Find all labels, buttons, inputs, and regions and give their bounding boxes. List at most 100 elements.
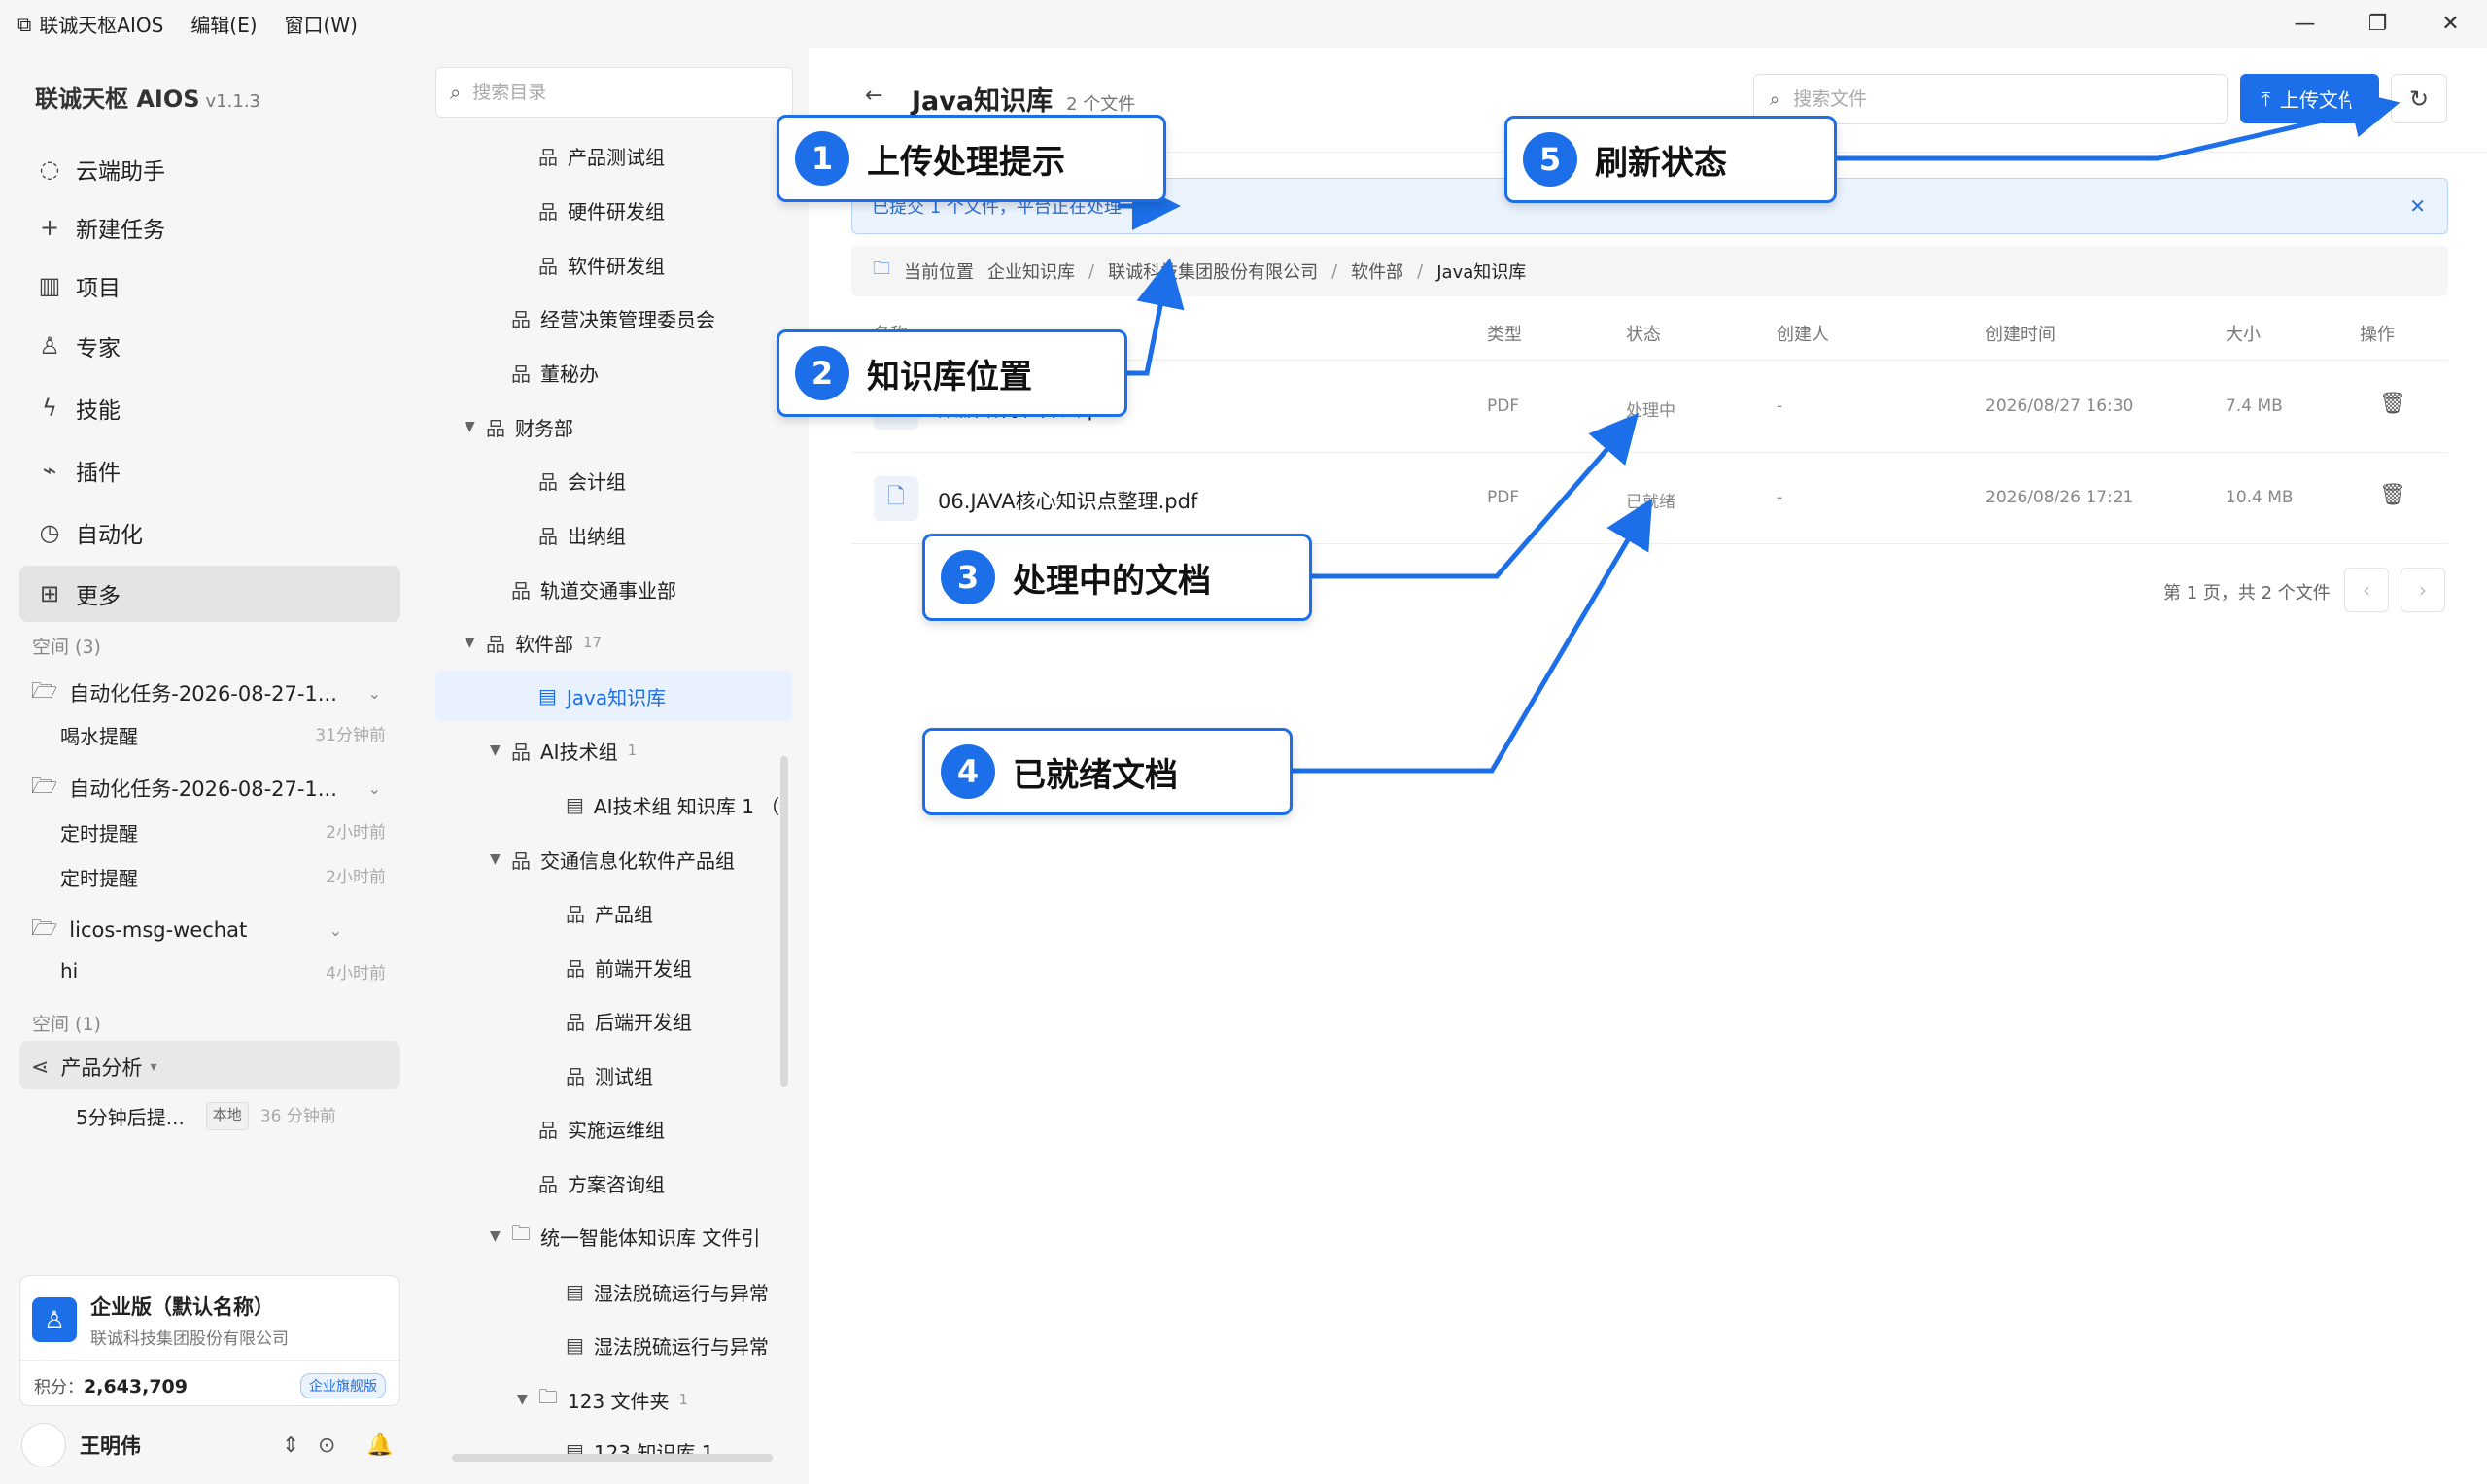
tree-expand-caret-icon[interactable]: ▼ bbox=[465, 635, 486, 650]
close-window-icon[interactable]: ✕ bbox=[2414, 0, 2487, 48]
session-name: hi bbox=[60, 959, 79, 983]
org-chart-icon: 品 bbox=[538, 199, 558, 224]
session-item[interactable]: 喝水提醒 31分钟前 bbox=[60, 721, 386, 749]
file-name[interactable]: 06.JAVA核心知识点整理.pdf bbox=[938, 486, 1197, 515]
menu-app-name[interactable]: 联诚天枢AIOS bbox=[39, 10, 163, 38]
trash-icon[interactable]: 🗑 bbox=[2379, 392, 2406, 416]
tree-expand-caret-icon[interactable]: ▼ bbox=[490, 742, 511, 758]
tree-expand-caret-icon[interactable]: ▼ bbox=[517, 1392, 538, 1407]
tree-node[interactable]: 品董秘办 bbox=[511, 349, 599, 396]
file-type: PDF bbox=[1487, 488, 1520, 507]
breadcrumb-item[interactable]: 联诚科技集团股份有限公司 bbox=[1108, 259, 1318, 284]
nav-label: 专家 bbox=[76, 336, 121, 362]
close-icon[interactable]: ✕ bbox=[2409, 194, 2426, 218]
session-item[interactable]: 定时提醒 2小时前 bbox=[60, 818, 386, 846]
tree-node[interactable]: 品后端开发组 bbox=[566, 997, 692, 1044]
nav-item-cloud-assistant[interactable]: ◌ 云端助手 bbox=[19, 141, 400, 197]
session-item[interactable]: 定时提醒 2小时前 bbox=[60, 863, 386, 891]
tree-node[interactable]: ▼ 品软件部 17 bbox=[465, 619, 602, 666]
tree-node[interactable]: ▼ 🗀 123 文件夹 1 bbox=[517, 1376, 688, 1423]
tree-node[interactable]: 品产品测试组 bbox=[538, 132, 665, 179]
status-check-icon[interactable]: ⊙ bbox=[318, 1433, 335, 1458]
tree-node[interactable]: 品软件研发组 bbox=[538, 241, 665, 288]
breadcrumb-separator: / bbox=[1088, 260, 1095, 282]
nav-item-skill[interactable]: ϟ 技能 bbox=[19, 380, 400, 436]
nav-label: 云端助手 bbox=[76, 159, 165, 185]
back-arrow-icon[interactable]: ← bbox=[865, 84, 882, 108]
prev-page-button[interactable]: ‹ bbox=[2344, 568, 2389, 612]
org-chart-icon: 品 bbox=[538, 254, 558, 278]
next-page-button[interactable]: › bbox=[2401, 568, 2445, 612]
tree-node[interactable]: ▼ 品财务部 bbox=[465, 403, 573, 450]
menu-window[interactable]: 窗口(W) bbox=[285, 10, 358, 38]
restore-icon[interactable]: ❐ bbox=[2341, 0, 2414, 48]
tree-node-label: 湿法脱硫运行与异常 bbox=[593, 1334, 769, 1359]
tree-node[interactable]: 品前端开发组 bbox=[566, 944, 692, 990]
tree-node-label: 123 文件夹 bbox=[568, 1389, 670, 1413]
workspace-folder[interactable]: 🗁 自动化任务-2026-08-27-1... ⌄ bbox=[31, 674, 391, 711]
column-header-type[interactable]: 类型 bbox=[1487, 321, 1522, 346]
tree-node[interactable]: ▤ 123 知识库 1 bbox=[566, 1428, 714, 1474]
nav-item-automation[interactable]: ◷ 自动化 bbox=[19, 504, 400, 561]
enterprise-card[interactable]: ♙ 企业版（默认名称） 联诚科技集团股份有限公司 积分：2,643,709 企业… bbox=[19, 1275, 400, 1406]
tree-node[interactable]: 品硬件研发组 bbox=[538, 187, 665, 233]
tree-node[interactable]: 品方案咨询组 bbox=[538, 1159, 665, 1206]
session-item[interactable]: 5分钟后提... 本地 36 分钟前 bbox=[76, 1102, 387, 1130]
spaces-header: 空间 (3) bbox=[32, 637, 101, 658]
chevron-down-icon[interactable]: ⌄ bbox=[329, 921, 342, 940]
tree-vertical-scrollbar[interactable] bbox=[780, 756, 788, 1087]
tree-node[interactable]: 品实施运维组 bbox=[538, 1105, 665, 1152]
expand-collapse-icon[interactable]: ⇕ bbox=[282, 1433, 299, 1458]
caret-down-icon[interactable]: ▾ bbox=[150, 1059, 156, 1075]
tree-node[interactable]: ▤ 湿法脱硫运行与异常 bbox=[566, 1322, 769, 1368]
bell-icon[interactable]: 🔔 bbox=[366, 1433, 393, 1458]
menu-edit[interactable]: 编辑(E) bbox=[190, 10, 257, 38]
tree-node[interactable]: ▼ 🗀 统一智能体知识库 文件引 bbox=[490, 1213, 760, 1260]
session-item[interactable]: hi 4小时前 bbox=[60, 959, 386, 984]
column-header-size[interactable]: 大小 bbox=[2226, 321, 2261, 346]
avatar[interactable] bbox=[21, 1423, 66, 1467]
breadcrumb-current: Java知识库 bbox=[1436, 262, 1527, 283]
workspace-project[interactable]: ⋖ 产品分析 ▾ bbox=[31, 1053, 391, 1082]
tree-horizontal-scrollbar[interactable] bbox=[452, 1454, 773, 1462]
chevron-down-icon[interactable]: ⌄ bbox=[368, 684, 381, 703]
column-header-creator[interactable]: 创建人 bbox=[1777, 321, 1829, 346]
nav-item-new-task[interactable]: + 新建任务 bbox=[19, 199, 400, 256]
file-search-input[interactable] bbox=[1793, 88, 2183, 110]
column-header-created[interactable]: 创建时间 bbox=[1986, 321, 2055, 346]
plug-icon: ⌁ bbox=[42, 457, 57, 484]
nav-item-project[interactable]: ▥ 项目 bbox=[19, 258, 400, 314]
workspace-folder[interactable]: 🗁 自动化任务-2026-08-27-1... ⌄ bbox=[31, 770, 391, 807]
nav-item-plugin[interactable]: ⌁ 插件 bbox=[19, 442, 400, 499]
tree-node[interactable]: ▼ 品交通信息化软件产品组 bbox=[490, 836, 735, 882]
directory-search[interactable]: ⌕ bbox=[435, 67, 793, 118]
tree-node[interactable]: ▤ 湿法脱硫运行与异常 bbox=[566, 1268, 769, 1315]
minimize-icon[interactable]: — bbox=[2268, 0, 2341, 48]
upload-file-button[interactable]: ⤒ 上传文件 bbox=[2240, 74, 2379, 123]
tree-expand-caret-icon[interactable]: ▼ bbox=[465, 419, 486, 434]
breadcrumb-item[interactable]: 企业知识库 bbox=[987, 259, 1075, 284]
nav-item-expert[interactable]: ♙ 专家 bbox=[19, 318, 400, 374]
column-header-status[interactable]: 状态 bbox=[1626, 321, 1661, 346]
chevron-down-icon[interactable]: ⌄ bbox=[368, 779, 381, 798]
tree-node[interactable]: 品轨道交通事业部 bbox=[511, 566, 676, 612]
tree-node[interactable]: 品出纳组 bbox=[538, 511, 626, 558]
tree-node[interactable]: ▼ 品 AI技术组 1 bbox=[490, 727, 637, 774]
tree-expand-caret-icon[interactable]: ▼ bbox=[490, 851, 511, 867]
tree-node[interactable]: 品会计组 bbox=[538, 457, 626, 503]
tree-node[interactable]: ▤ Java知识库 bbox=[538, 673, 666, 719]
file-creator: - bbox=[1777, 488, 1783, 507]
trash-icon[interactable]: 🗑 bbox=[2379, 483, 2406, 507]
breadcrumb-item[interactable]: 软件部 bbox=[1351, 259, 1403, 284]
tree-node[interactable]: 品经营决策管理委员会 bbox=[511, 294, 715, 341]
refresh-icon: ↻ bbox=[2408, 85, 2430, 113]
tree-expand-caret-icon[interactable]: ▼ bbox=[490, 1228, 511, 1244]
tree-node[interactable]: 品测试组 bbox=[566, 1052, 653, 1098]
directory-search-input[interactable] bbox=[472, 82, 765, 103]
nav-item-more[interactable]: ⊞ 更多 bbox=[19, 566, 400, 622]
refresh-button[interactable]: ↻ bbox=[2391, 74, 2447, 123]
share-icon: ⋖ bbox=[31, 1054, 50, 1080]
workspace-folder[interactable]: 🗁 licos-msg-wechat ⌄ bbox=[31, 912, 391, 949]
tree-node[interactable]: 品产品组 bbox=[566, 889, 653, 936]
tree-node[interactable]: ▤ AI技术组 知识库 1 （t bbox=[566, 781, 787, 828]
